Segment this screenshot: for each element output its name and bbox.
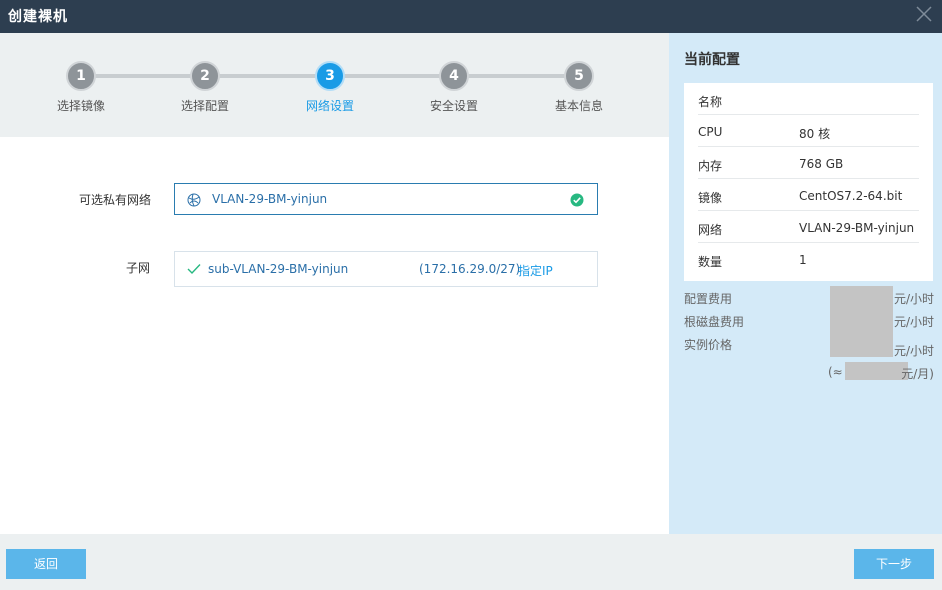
- config-value: 768 GB: [799, 157, 844, 171]
- fee-unit: 元/小时: [893, 292, 934, 306]
- instance-price-label: 实例价格: [684, 338, 733, 352]
- step-label: 网络设置: [305, 99, 354, 113]
- network-globe-icon: [187, 193, 201, 207]
- network-label: 可选私有网络: [79, 193, 152, 207]
- config-row-cpu: CPU 80 核: [698, 115, 919, 147]
- config-value: 80 核: [799, 127, 831, 141]
- config-key: 名称: [698, 95, 723, 109]
- subnet-name: sub-VLAN-29-BM-yinjun: [208, 262, 349, 276]
- config-key: CPU: [698, 125, 723, 139]
- config-key: 镜像: [698, 191, 723, 205]
- step-label: 选择镜像: [56, 99, 105, 113]
- step-label: 选择配置: [180, 99, 229, 113]
- step-number: 3: [315, 61, 345, 91]
- step-number: 2: [190, 61, 220, 91]
- step-basic-info[interactable]: 5 基本信息: [534, 61, 624, 114]
- dialog-titlebar: 创建裸机: [0, 0, 942, 33]
- close-icon[interactable]: [914, 4, 934, 24]
- config-row-quantity: 数量 1: [698, 243, 919, 275]
- step-network-settings[interactable]: 3 网络设置: [285, 61, 375, 114]
- step-security-settings[interactable]: 4 安全设置: [409, 61, 499, 114]
- main-panel: 1 选择镜像 2 选择配置 3 网络设置 4 安全设置 5 基本信息 可选私有网…: [0, 33, 669, 534]
- monthly-suffix: 元/月): [901, 367, 934, 381]
- redacted-monthly-price: [845, 362, 908, 380]
- config-row-network: 网络 VLAN-29-BM-yinjun: [698, 211, 919, 243]
- current-config-panel: 当前配置 名称 CPU 80 核 内存 768 GB 镜像 CentOS7.2-…: [669, 33, 942, 534]
- config-fee-label: 配置费用: [684, 292, 733, 306]
- subnet-cidr: (172.16.29.0/27): [419, 262, 521, 276]
- step-wizard: 1 选择镜像 2 选择配置 3 网络设置 4 安全设置 5 基本信息: [0, 33, 669, 137]
- step-label: 基本信息: [554, 99, 603, 113]
- config-value: 1: [799, 253, 807, 267]
- config-heading: 当前配置: [684, 52, 740, 68]
- step-number: 4: [439, 61, 469, 91]
- step-number: 1: [66, 61, 96, 91]
- private-network-select[interactable]: VLAN-29-BM-yinjun: [174, 183, 598, 215]
- config-summary: 名称 CPU 80 核 内存 768 GB 镜像 CentOS7.2-64.bi…: [684, 83, 933, 281]
- config-row-name: 名称: [698, 83, 919, 115]
- network-value: VLAN-29-BM-yinjun: [212, 192, 328, 206]
- subnet-option[interactable]: sub-VLAN-29-BM-yinjun (172.16.29.0/27) 指…: [174, 251, 598, 287]
- back-button[interactable]: 返回: [6, 549, 86, 579]
- config-value: CentOS7.2-64.bit: [799, 189, 903, 203]
- fee-unit: 元/小时: [893, 344, 934, 358]
- config-value: VLAN-29-BM-yinjun: [799, 221, 915, 235]
- next-step-button[interactable]: 下一步: [854, 549, 934, 579]
- config-row-image: 镜像 CentOS7.2-64.bit: [698, 179, 919, 211]
- dialog-footer: 返回 下一步: [0, 534, 942, 590]
- checkmark-icon: [187, 264, 201, 275]
- config-row-memory: 内存 768 GB: [698, 147, 919, 179]
- root-disk-fee-label: 根磁盘费用: [684, 315, 745, 329]
- assign-ip-link[interactable]: 指定IP: [518, 262, 553, 279]
- step-select-config[interactable]: 2 选择配置: [160, 61, 250, 114]
- monthly-prefix: (≈: [828, 365, 843, 379]
- dialog-title: 创建裸机: [8, 9, 68, 25]
- config-key: 数量: [698, 255, 723, 269]
- fee-unit: 元/小时: [893, 315, 934, 329]
- redacted-price: [830, 286, 893, 357]
- config-key: 内存: [698, 159, 723, 173]
- config-key: 网络: [698, 223, 723, 237]
- subnet-label: 子网: [126, 261, 151, 275]
- step-select-image[interactable]: 1 选择镜像: [36, 61, 126, 114]
- step-label: 安全设置: [429, 99, 478, 113]
- step-number: 5: [564, 61, 594, 91]
- selected-check-icon: [570, 193, 584, 207]
